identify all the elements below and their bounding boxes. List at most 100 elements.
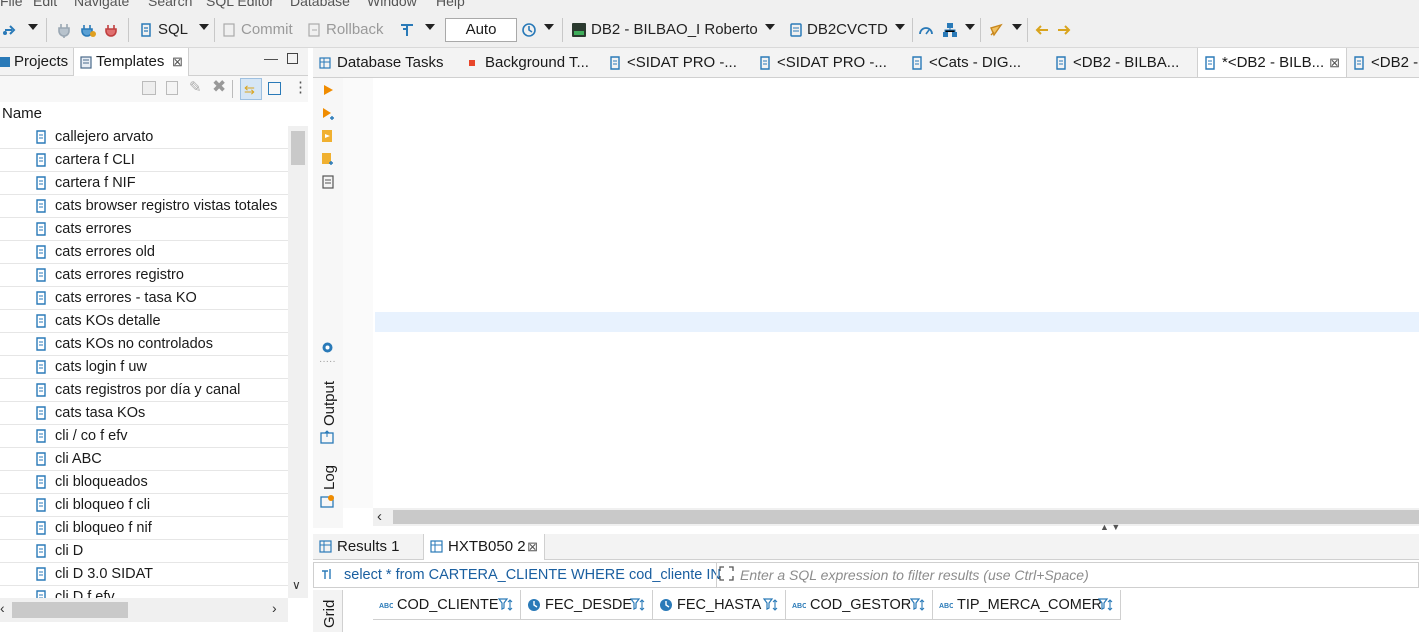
template-list-item[interactable]: callejero arvato: [0, 126, 288, 149]
templates-horizontal-scroll-thumb[interactable]: [12, 602, 128, 618]
close-tab-icon[interactable]: ⊠: [527, 534, 538, 560]
column-header[interactable]: ABC TIP_MERCA_COMER: [933, 590, 1121, 620]
template-list-item[interactable]: cli bloqueo f nif: [0, 517, 288, 540]
transaction-mode-field[interactable]: Auto: [445, 18, 517, 42]
template-list-item[interactable]: cats KOs no controlados: [0, 333, 288, 356]
history-icon[interactable]: [521, 22, 537, 38]
menu-help[interactable]: Help: [436, 0, 465, 9]
column-filter-sort-icon[interactable]: [630, 597, 646, 613]
history-dropdown-icon[interactable]: [544, 24, 554, 30]
commit-button[interactable]: Commit: [241, 19, 293, 41]
template-list-item[interactable]: cats errores - tasa KO: [0, 287, 288, 310]
column-header[interactable]: ABC COD_GESTOR: [786, 590, 933, 620]
results-tab[interactable]: HXTB050 2 ⊠: [423, 534, 545, 560]
copy-template-icon[interactable]: [166, 81, 178, 95]
template-list-item[interactable]: cats login f uw: [0, 356, 288, 379]
template-list-item[interactable]: cats browser registro vistas totales: [0, 195, 288, 218]
close-tab-icon[interactable]: ⊠: [172, 48, 183, 76]
template-list-item[interactable]: cli D f efv: [0, 586, 288, 598]
editor-horizontal-scroll-thumb[interactable]: [393, 510, 1419, 524]
execute-statement-icon[interactable]: [322, 84, 334, 96]
dashboard-icon[interactable]: [918, 22, 934, 38]
menu-window[interactable]: Window: [367, 0, 417, 9]
delete-template-icon[interactable]: ✖: [212, 77, 226, 97]
reconnect-icon[interactable]: [80, 22, 96, 38]
template-list-item[interactable]: cli bloqueados: [0, 471, 288, 494]
transaction-mode-dropdown-icon[interactable]: [425, 24, 435, 30]
explain-plan-icon[interactable]: [321, 175, 335, 189]
connect-icon[interactable]: [56, 22, 72, 38]
import-template-icon[interactable]: [142, 81, 156, 95]
execute-script-icon[interactable]: [321, 129, 335, 143]
editor-tab[interactable]: <SIDAT PRO -...: [753, 48, 905, 77]
executed-query-text[interactable]: select * from CARTERA_CLIENTE WHERE cod_…: [344, 567, 721, 583]
output-view-toggle[interactable]: Output: [318, 376, 340, 426]
template-list-item[interactable]: cats errores registro: [0, 264, 288, 287]
sql-editor-icon[interactable]: [138, 22, 154, 38]
template-list-item[interactable]: cats errores: [0, 218, 288, 241]
active-schema-selector[interactable]: DB2CVCTD: [807, 19, 888, 41]
results-tab[interactable]: Results 1: [313, 534, 413, 560]
expand-filter-icon[interactable]: [719, 566, 734, 581]
back-icon[interactable]: [1034, 22, 1050, 38]
minimize-icon[interactable]: —: [264, 50, 278, 66]
active-connection-selector[interactable]: DB2 - BILBAO_I Roberto: [591, 19, 758, 41]
scroll-down-icon[interactable]: ∨: [292, 578, 301, 592]
template-list-item[interactable]: cats errores old: [0, 241, 288, 264]
collapse-all-icon[interactable]: [268, 82, 281, 95]
template-list-item[interactable]: cats tasa KOs: [0, 402, 288, 425]
navigator-icon[interactable]: [942, 22, 958, 38]
editor-tab[interactable]: <Cats - DIG...: [905, 48, 1049, 77]
template-list-item[interactable]: cli D 3.0 SIDAT: [0, 563, 288, 586]
tab-projects[interactable]: Projects: [0, 48, 72, 76]
edit-template-icon[interactable]: ✎: [189, 78, 202, 96]
template-list-item[interactable]: cats KOs detalle: [0, 310, 288, 333]
scroll-left-icon[interactable]: ‹: [0, 600, 5, 616]
templates-vertical-scrollbar[interactable]: [288, 126, 308, 598]
tab-templates[interactable]: Templates ⊠: [73, 48, 189, 76]
transaction-mode-icon[interactable]: [399, 22, 415, 38]
rocket-icon[interactable]: [988, 22, 1004, 38]
maximize-icon[interactable]: [287, 53, 298, 64]
column-filter-sort-icon[interactable]: [763, 597, 779, 613]
commit-icon[interactable]: [221, 22, 237, 38]
column-header[interactable]: ABC COD_CLIENTE: [373, 590, 521, 620]
menu-database[interactable]: Database: [290, 0, 350, 9]
settings-gear-icon[interactable]: [320, 340, 335, 355]
close-tab-icon[interactable]: ⊠: [1329, 48, 1340, 77]
db2-database-icon[interactable]: [571, 22, 587, 38]
menu-file[interactable]: File: [0, 0, 23, 9]
sql-dropdown-icon[interactable]: [199, 24, 209, 30]
sql-editor-text-area[interactable]: [373, 78, 1419, 508]
rollback-icon[interactable]: [306, 22, 322, 38]
rollback-button[interactable]: Rollback: [326, 19, 384, 41]
scroll-right-icon[interactable]: ›: [272, 600, 277, 616]
disconnect-icon[interactable]: [104, 22, 120, 38]
rocket-dropdown-icon[interactable]: [1012, 24, 1022, 30]
forward-icon[interactable]: [1056, 22, 1072, 38]
editor-tab[interactable]: *<DB2 - BILB... ⊠: [1197, 48, 1347, 77]
new-connection-icon[interactable]: [2, 22, 18, 38]
template-list-item[interactable]: cli bloqueo f cli: [0, 494, 288, 517]
editor-scroll-left-icon[interactable]: ‹: [377, 508, 382, 525]
column-filter-sort-icon[interactable]: [910, 597, 926, 613]
editor-tab[interactable]: <SIDAT PRO -...: [603, 48, 753, 77]
connection-dropdown-icon[interactable]: [765, 24, 775, 30]
log-view-toggle[interactable]: Log: [318, 462, 340, 492]
editor-tab[interactable]: <DB2 - BILBA...: [1049, 48, 1197, 77]
template-list-item[interactable]: cartera f NIF: [0, 172, 288, 195]
template-list-item[interactable]: cli / co f efv: [0, 425, 288, 448]
schema-icon[interactable]: [788, 22, 804, 38]
templates-vertical-scroll-thumb[interactable]: [291, 131, 305, 165]
schema-dropdown-icon[interactable]: [895, 24, 905, 30]
template-list-item[interactable]: cats registros por día y canal: [0, 379, 288, 402]
menu-edit[interactable]: Edit: [33, 0, 57, 9]
template-list-item[interactable]: cli ABC: [0, 448, 288, 471]
column-filter-sort-icon[interactable]: [498, 597, 514, 613]
column-filter-sort-icon[interactable]: [1098, 597, 1114, 613]
navigator-dropdown-icon[interactable]: [965, 24, 975, 30]
log-icon[interactable]: [320, 494, 334, 508]
grid-mode-sidebar[interactable]: Grid: [313, 590, 343, 632]
template-list-item[interactable]: cartera f CLI: [0, 149, 288, 172]
column-header[interactable]: FEC_DESDE: [521, 590, 653, 620]
